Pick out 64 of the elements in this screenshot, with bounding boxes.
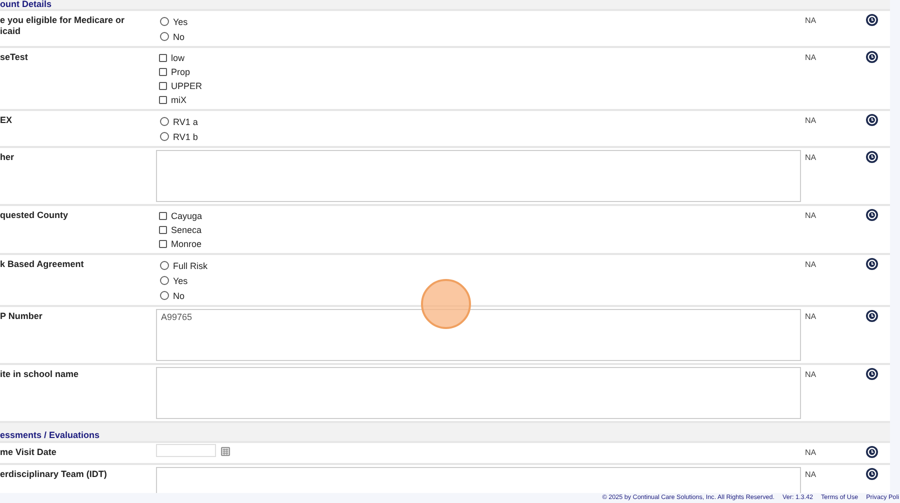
option-label: miX — [171, 95, 186, 105]
option-label: RV1 b — [173, 132, 198, 142]
option-label: low — [171, 53, 185, 63]
section-header: essments / Evaluations — [0, 423, 890, 443]
status-text: NA — [805, 153, 816, 162]
radio-button[interactable] — [160, 32, 169, 41]
radio-button[interactable] — [160, 261, 169, 270]
option-label: Seneca — [171, 225, 202, 235]
radio-button[interactable] — [160, 132, 169, 141]
status-text: NA — [805, 260, 816, 269]
radio-button[interactable] — [160, 291, 169, 300]
radio-button[interactable] — [160, 276, 169, 285]
checkbox[interactable] — [159, 240, 167, 248]
checkbox[interactable] — [159, 96, 167, 104]
click-indicator — [421, 279, 471, 329]
checkbox[interactable] — [159, 226, 167, 234]
option-label: No — [173, 290, 185, 300]
option-label: UPPER — [171, 81, 202, 91]
status-text: NA — [805, 312, 816, 321]
field-label: erdisciplinary Team (IDT) — [0, 468, 108, 481]
history-clock-icon[interactable] — [866, 51, 878, 63]
option-label: Yes — [173, 276, 188, 286]
option-label: RV1 a — [173, 116, 198, 126]
history-clock-icon[interactable] — [866, 209, 878, 221]
date-field[interactable] — [156, 444, 216, 457]
status-text: NA — [805, 116, 816, 125]
checkbox[interactable] — [159, 68, 167, 76]
section-header: ount Details — [0, 0, 890, 11]
checkbox[interactable] — [159, 212, 167, 220]
history-clock-icon[interactable] — [866, 114, 878, 126]
field-label: EX — [0, 114, 14, 127]
field-label: quested County — [0, 209, 70, 222]
history-clock-icon[interactable] — [866, 446, 878, 458]
checkbox[interactable] — [159, 82, 167, 90]
option-label: Monroe — [171, 239, 202, 249]
history-clock-icon[interactable] — [866, 151, 878, 163]
status-text: NA — [805, 370, 816, 379]
history-clock-icon[interactable] — [866, 368, 878, 380]
history-clock-icon[interactable] — [866, 14, 878, 26]
status-text: NA — [805, 53, 816, 62]
field-label: her — [0, 151, 16, 164]
status-text: NA — [805, 470, 816, 479]
history-clock-icon[interactable] — [866, 258, 878, 270]
field-label: P Number — [0, 310, 44, 323]
field-label: k Based Agreement — [0, 258, 85, 271]
option-label: Cayuga — [171, 211, 202, 221]
field-label: ite in school name — [0, 368, 80, 381]
text-area[interactable]: A99765 — [156, 309, 801, 361]
radio-button[interactable] — [160, 117, 169, 126]
field-label: me Visit Date — [0, 446, 58, 459]
status-text: NA — [805, 211, 816, 220]
option-label: No — [173, 32, 185, 42]
field-label: seTest — [0, 51, 29, 64]
radio-button[interactable] — [160, 17, 169, 26]
field-label: e you eligible for Medicare or icaid — [0, 14, 125, 38]
history-clock-icon[interactable] — [866, 468, 878, 480]
option-label: Prop — [171, 67, 190, 77]
option-label: Full Risk — [173, 260, 208, 270]
status-text: NA — [805, 448, 816, 457]
checkbox[interactable] — [159, 54, 167, 62]
history-clock-icon[interactable] — [866, 310, 878, 322]
calendar-icon[interactable] — [221, 446, 230, 456]
status-text: NA — [805, 16, 816, 25]
option-label: Yes — [173, 16, 188, 26]
